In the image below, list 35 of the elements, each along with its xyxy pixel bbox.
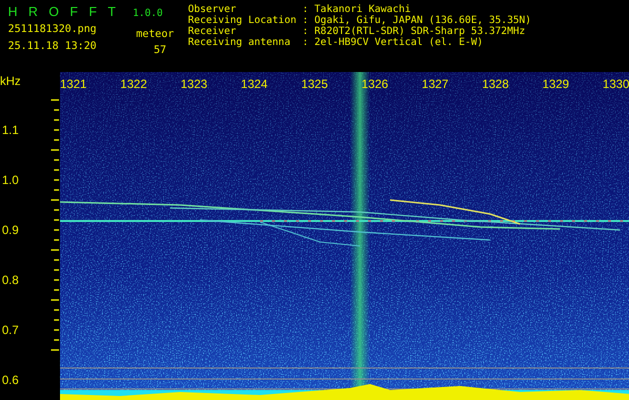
- station-label: Receiver: [188, 26, 238, 37]
- meteor-count: 57: [152, 44, 166, 56]
- file-name: 2511181320.png: [8, 23, 97, 35]
- frequency-tick-label: 1.1: [2, 123, 20, 137]
- station-label: Receiving Location: [188, 15, 296, 26]
- station-label: Receiving antenna: [188, 37, 292, 48]
- station-label: Observer: [188, 4, 238, 15]
- station-value: Ogaki, Gifu, JAPAN (136.60E, 35.35N): [314, 15, 532, 26]
- app-name: HROFFT: [8, 4, 127, 19]
- separator: :: [302, 37, 308, 48]
- app-version: 1.0.0: [132, 8, 163, 19]
- frequency-tick-label: 1.0: [2, 173, 20, 187]
- time-tick-label: 1323: [180, 77, 208, 91]
- frequency-tick-label: 0.6: [2, 373, 20, 387]
- time-tick-label: 1326: [361, 77, 390, 91]
- separator: :: [302, 26, 308, 37]
- time-tick-label: 1329: [542, 77, 570, 91]
- timestamp: 25.11.18 13:20: [8, 40, 97, 52]
- time-tick-label: 1330: [602, 77, 629, 91]
- frequency-tick-label: 0.9: [2, 223, 20, 237]
- station-value: Takanori Kawachi: [314, 4, 412, 15]
- frequency-tick-label: 0.7: [2, 323, 20, 337]
- time-tick-label: 1328: [482, 77, 510, 91]
- separator: :: [302, 15, 308, 26]
- station-value: R820T2(RTL-SDR) SDR-Sharp 53.372MHz: [314, 26, 526, 37]
- frequency-tick-label: 0.8: [2, 273, 20, 287]
- time-tick-label: 1325: [301, 77, 329, 91]
- meteor-label: meteor: [136, 28, 174, 40]
- time-tick-label: 1324: [240, 77, 269, 91]
- separator: :: [302, 4, 308, 15]
- station-value: 2el-HB9CV Vertical (el. E-W): [314, 37, 484, 48]
- time-tick-label: 1322: [120, 77, 148, 91]
- time-tick-label: 1327: [422, 77, 450, 91]
- unit-label: kHz: [0, 74, 22, 88]
- time-tick-label: 1321: [60, 77, 88, 91]
